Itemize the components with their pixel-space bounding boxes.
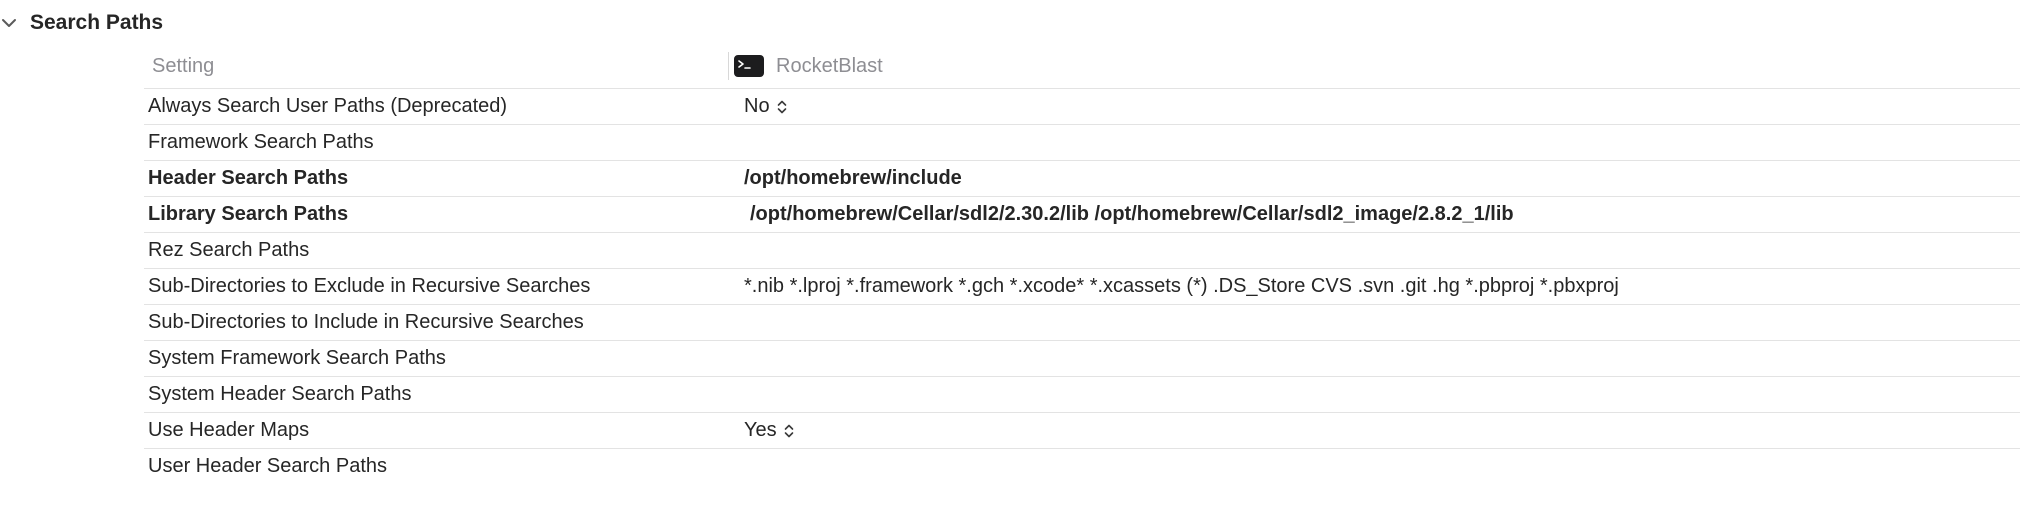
setting-value[interactable]: Yes — [744, 419, 795, 442]
setting-row-sub-directories-to-exclude-in-recursive-searches[interactable]: Sub-Directories to Exclude in Recursive … — [144, 268, 2020, 304]
setting-row-system-framework-search-paths[interactable]: System Framework Search Paths — [144, 340, 2020, 376]
column-header-row: Setting RocketBlast — [144, 44, 2020, 88]
up-down-chevron-icon[interactable] — [776, 99, 788, 115]
setting-value[interactable]: /opt/homebrew/Cellar/sdl2/2.30.2/lib /op… — [744, 203, 1514, 226]
setting-row-library-search-paths[interactable]: Library Search Paths/opt/homebrew/Cellar… — [144, 196, 2020, 232]
setting-name: Use Header Maps — [148, 419, 310, 441]
setting-value-text: Yes — [744, 419, 777, 441]
column-divider[interactable] — [728, 52, 729, 80]
setting-name: User Header Search Paths — [148, 455, 388, 477]
settings-rows: Always Search User Paths (Deprecated) No F… — [144, 88, 2020, 484]
setting-name: System Framework Search Paths — [148, 347, 446, 369]
setting-name: Always Search User Paths (Deprecated) — [148, 95, 508, 117]
setting-value[interactable]: No — [744, 95, 788, 118]
setting-row-framework-search-paths[interactable]: Framework Search Paths — [144, 124, 2020, 160]
setting-value-text: No — [744, 95, 770, 117]
setting-value-text: /opt/homebrew/include — [744, 167, 962, 189]
setting-value-text: *.nib *.lproj *.framework *.gch *.xcode*… — [744, 275, 1619, 297]
up-down-chevron-icon[interactable] — [783, 423, 795, 439]
setting-value-text: /opt/homebrew/Cellar/sdl2/2.30.2/lib /op… — [750, 203, 1514, 225]
setting-name: Library Search Paths — [148, 203, 349, 225]
setting-row-use-header-maps[interactable]: Use Header Maps Yes — [144, 412, 2020, 448]
build-settings-table: Setting RocketBlast Always Search User P… — [144, 44, 2020, 484]
setting-name: Rez Search Paths — [148, 239, 310, 261]
section-title: Search Paths — [30, 11, 164, 34]
setting-name: Sub-Directories to Include in Recursive … — [148, 311, 584, 333]
setting-row-sub-directories-to-include-in-recursive-searches[interactable]: Sub-Directories to Include in Recursive … — [144, 304, 2020, 340]
setting-value[interactable]: /opt/homebrew/include — [744, 167, 962, 190]
setting-row-user-header-search-paths[interactable]: User Header Search Paths — [144, 448, 2020, 484]
target-name: RocketBlast — [776, 54, 883, 77]
setting-name: System Header Search Paths — [148, 383, 412, 405]
setting-value[interactable]: *.nib *.lproj *.framework *.gch *.xcode*… — [744, 275, 1619, 298]
setting-row-system-header-search-paths[interactable]: System Header Search Paths — [144, 376, 2020, 412]
setting-column-header[interactable]: Setting — [144, 55, 720, 78]
target-column-header[interactable]: RocketBlast — [720, 55, 883, 78]
setting-name: Framework Search Paths — [148, 131, 374, 153]
setting-row-header-search-paths[interactable]: Header Search Paths/opt/homebrew/include — [144, 160, 2020, 196]
setting-name: Sub-Directories to Exclude in Recursive … — [148, 275, 591, 297]
setting-row-always-search-user-paths-deprecated[interactable]: Always Search User Paths (Deprecated) No — [144, 88, 2020, 124]
setting-row-rez-search-paths[interactable]: Rez Search Paths — [144, 232, 2020, 268]
chevron-down-icon[interactable] — [0, 14, 18, 32]
setting-name: Header Search Paths — [148, 167, 349, 189]
section-header-search-paths[interactable]: Search Paths — [0, 6, 163, 40]
terminal-icon — [734, 55, 764, 77]
